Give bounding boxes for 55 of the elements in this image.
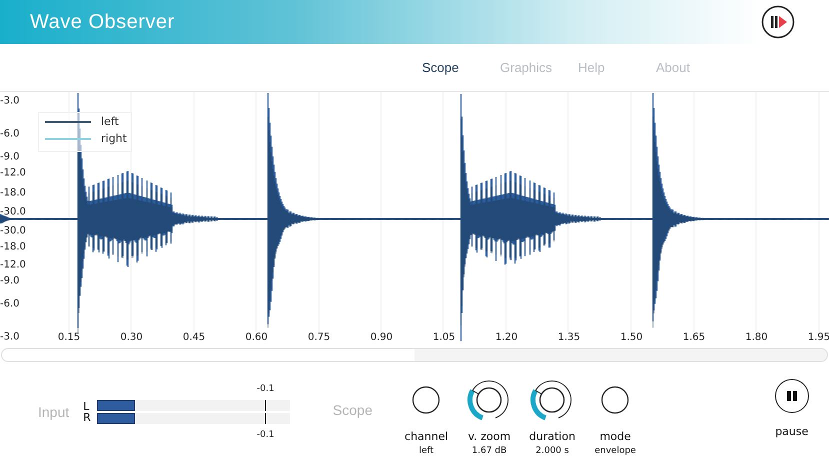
control-label: channel [404,430,448,443]
nav-tab[interactable]: Graphics [500,60,578,75]
x-axis-label: 1.95 [808,332,829,343]
channel-label: R [83,412,91,423]
control-value: envelope [594,446,636,456]
control-label: duration [529,430,576,443]
x-axis-label: 0.75 [308,332,330,343]
peak-marker [264,400,266,411]
control-value: 1.67 dB [472,446,507,456]
y-axis-label: -9.0 [0,152,20,162]
y-axis-label: -6.0 [0,298,20,310]
y-axis-label: -12.0 [0,260,26,270]
x-axis-label: 1.35 [558,332,580,343]
y-axis-label: -9.0 [0,276,20,286]
peak-marker [264,413,266,424]
control-value: left [419,446,434,456]
nav-tab[interactable]: About [656,60,734,75]
y-axis-label: -12.0 [0,168,26,178]
x-axis-label: 1.80 [745,332,768,343]
x-axis-label: 0.15 [58,332,80,343]
pause-label: pause [775,425,808,438]
section-label: Scope [332,402,372,418]
y-axis-label: -18.0 [0,188,26,198]
dial[interactable] [467,378,512,422]
app-title: Wave Observer [30,10,175,34]
y-axis-label: -30.0 [0,226,26,236]
section-label: Input [38,404,70,420]
pause-icon [786,390,798,402]
nav-tab[interactable]: Scope [422,60,500,75]
channel-label: L [83,401,90,412]
pause-button[interactable] [774,379,809,413]
legend-label: left [101,115,119,128]
pause-play-logo-icon [761,5,795,39]
x-axis-label: 1.20 [495,332,518,343]
y-axis-label: -18.0 [0,242,26,252]
nav-tab[interactable]: Help [578,60,656,75]
x-axis-label: 0.45 [182,332,206,343]
x-axis-label: 1.50 [620,332,643,343]
x-axis-label: 1.65 [682,332,706,343]
control-value: 2.000 s [536,446,569,456]
y-axis-label: -6.0 [0,128,20,140]
x-axis-label: 0.60 [245,332,268,343]
x-axis-label: 0.90 [370,332,393,343]
y-axis-label: -3.0 [0,96,20,106]
control-label: mode [600,430,631,443]
x-axis-label: 1.05 [432,332,456,343]
meter-reading: -0.1 [256,384,274,394]
dial[interactable] [530,378,574,422]
scrollbar[interactable] [1,348,828,362]
y-axis-label: -30.0 [0,206,26,218]
y-axis-label: -3.0 [0,332,20,342]
control-label: v. zoom [468,430,511,443]
meter-reading: -0.1 [256,430,274,440]
x-axis-label: 0.30 [120,332,143,343]
legend-label: right [101,132,127,145]
